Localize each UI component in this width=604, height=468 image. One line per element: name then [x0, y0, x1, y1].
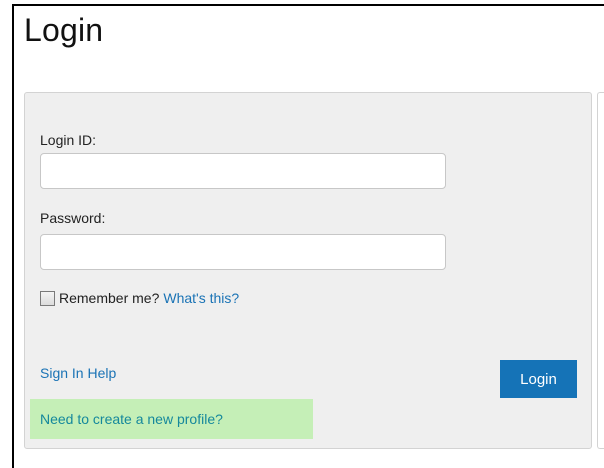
side-panel	[597, 92, 604, 449]
login-id-label: Login ID:	[40, 132, 97, 148]
page-title: Login	[24, 12, 104, 48]
remember-me-label[interactable]: Remember me?	[59, 290, 159, 306]
login-id-input[interactable]	[40, 153, 446, 189]
window-frame-left	[12, 4, 14, 468]
password-label: Password:	[40, 210, 106, 226]
window-frame-top	[12, 4, 604, 6]
login-button[interactable]: Login	[500, 360, 577, 398]
whats-this-link[interactable]: What's this?	[163, 290, 239, 306]
remember-me-checkbox[interactable]	[40, 290, 55, 306]
create-profile-banner: Need to create a new profile?	[30, 399, 313, 439]
password-input[interactable]	[40, 234, 446, 270]
remember-me-row: Remember me? What's this?	[40, 288, 239, 308]
create-profile-link[interactable]: Need to create a new profile?	[40, 411, 223, 427]
sign-in-help-link[interactable]: Sign In Help	[40, 365, 116, 381]
